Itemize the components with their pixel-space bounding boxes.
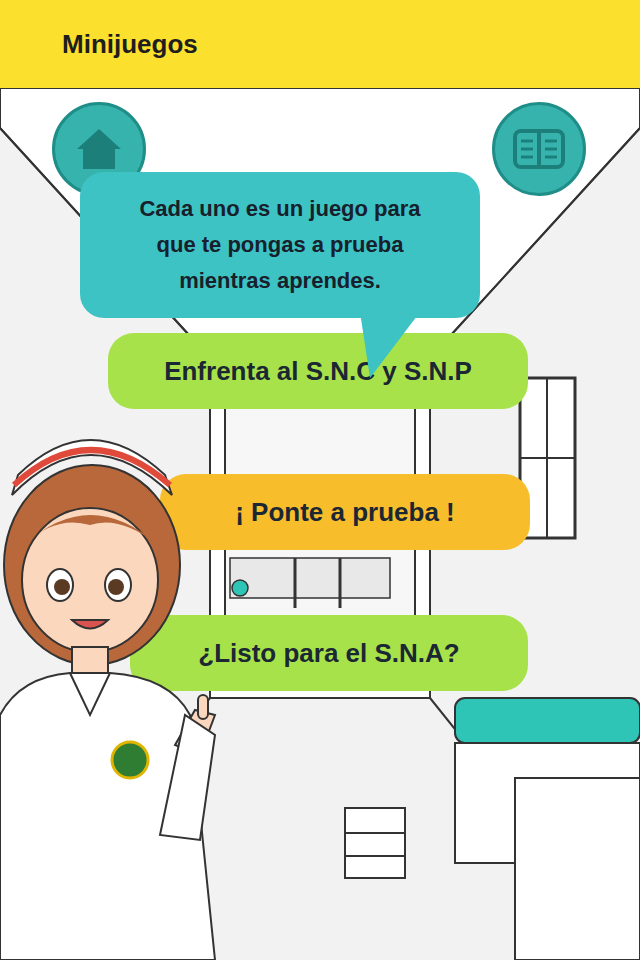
bubble-line: Cada uno es un juego para [139, 191, 420, 227]
nurse-icon [0, 415, 260, 960]
book-button[interactable] [492, 102, 586, 196]
home-icon [75, 127, 123, 171]
bubble-line: mientras aprendes. [179, 263, 381, 299]
game-button[interactable]: ¿Listo para el S.N.A? [130, 615, 528, 691]
screen-title: Minijuegos [62, 25, 198, 64]
game-button[interactable]: Enfrenta al S.N.C y S.N.P [108, 333, 528, 409]
top-bar: Minijuegos [0, 0, 640, 88]
bubble-tail-icon [360, 312, 420, 378]
speech-bubble: Cada uno es un juego paraque te pongas a… [80, 172, 480, 318]
game-room: Enfrenta al S.N.C y S.N.P ¡ Ponte a prueb… [0, 88, 640, 960]
game-label: Enfrenta al S.N.C y S.N.P [164, 352, 472, 391]
game-label: ¡ Ponte a prueba ! [235, 493, 455, 532]
game-label: ¿Listo para el S.N.A? [198, 634, 460, 673]
book-icon [513, 129, 565, 169]
game-button[interactable]: ¡ Ponte a prueba ! [160, 474, 530, 550]
bubble-line: que te pongas a prueba [157, 227, 404, 263]
app-screen: Minijuegos [0, 0, 640, 960]
